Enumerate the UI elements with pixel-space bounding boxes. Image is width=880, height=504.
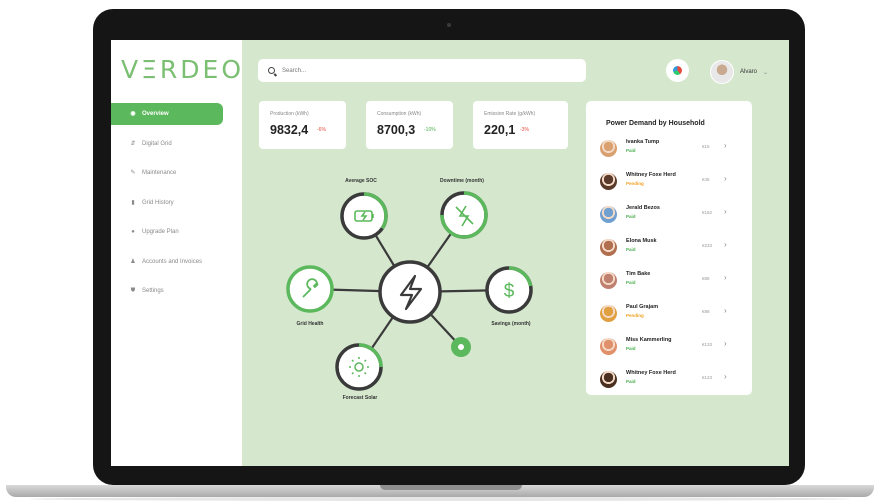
chevron-right-icon[interactable]: ›	[724, 141, 727, 150]
payment-status: Paid	[626, 247, 636, 252]
household-name: Ivanka Tump	[626, 139, 660, 145]
node-label-average-soc: Average SOC	[345, 178, 377, 184]
avatar	[600, 239, 617, 256]
node-label-downtime: Downtime (month)	[440, 178, 484, 184]
household-name: Whitney Foxe Herd	[626, 172, 676, 178]
household-amount: €15	[702, 144, 710, 149]
dashboard-screen: VΞRDEO ◉ Overview ⇵ Digital Grid ✎ Maintena…	[111, 40, 789, 466]
node-label-grid-health: Grid Health	[296, 321, 324, 327]
household-amount: €45	[702, 177, 710, 182]
laptop-camera	[447, 23, 451, 27]
avatar	[600, 272, 617, 289]
household-name: Tim Bake	[626, 271, 651, 277]
household-name: Whitney Foxe Herd	[626, 370, 676, 376]
payment-status: Pending	[626, 181, 644, 186]
avatar	[600, 338, 617, 355]
household-amount: €233	[702, 243, 713, 248]
payment-status: Paid	[626, 346, 636, 351]
hub-center[interactable]	[378, 260, 442, 324]
household-name: Miss Kammerling	[626, 337, 672, 343]
plus-icon	[458, 344, 464, 350]
node-label-forecast-solar: Forecast Solar	[342, 395, 378, 401]
panel-title: Power Demand by Household	[606, 120, 705, 127]
household-name: Jerald Bezos	[626, 205, 660, 211]
chevron-right-icon[interactable]: ›	[724, 339, 727, 348]
household-row[interactable]: Ivanka Tump Paid €15 ›	[600, 138, 740, 164]
household-amount: €88	[702, 309, 710, 314]
hub-node-forecast-solar[interactable]	[335, 343, 383, 391]
dollar-icon: $	[504, 281, 515, 302]
hub-node-savings[interactable]: $	[485, 266, 533, 314]
household-amount: €133	[702, 342, 713, 347]
chevron-right-icon[interactable]: ›	[724, 174, 727, 183]
chevron-right-icon[interactable]: ›	[724, 306, 727, 315]
add-node-button[interactable]	[451, 337, 471, 357]
chevron-right-icon[interactable]: ›	[724, 273, 727, 282]
avatar	[600, 305, 617, 322]
hub-node-grid-health[interactable]	[286, 265, 334, 313]
household-row[interactable]: Jerald Bezos Paid €162 ›	[600, 204, 740, 230]
payment-status: Paid	[626, 214, 636, 219]
household-amount: €123	[702, 375, 713, 380]
avatar	[600, 206, 617, 223]
household-row[interactable]: Whitney Foxe Herd Paid €123 ›	[600, 369, 740, 395]
household-amount: €162	[702, 210, 713, 215]
laptop-shadow	[30, 497, 850, 501]
hub-node-average-soc[interactable]	[340, 192, 388, 240]
hub-node-downtime[interactable]	[440, 191, 488, 239]
household-row[interactable]: Elona Musk Paid €233 ›	[600, 237, 740, 263]
chevron-right-icon[interactable]: ›	[724, 207, 727, 216]
household-name: Paul Grajam	[626, 304, 659, 310]
household-amount: €88	[702, 276, 710, 281]
center-ring	[378, 260, 442, 324]
household-row[interactable]: Whitney Foxe Herd Pending €45 ›	[600, 171, 740, 197]
chevron-right-icon[interactable]: ›	[724, 240, 727, 249]
avatar	[600, 371, 617, 388]
payment-status: Paid	[626, 379, 636, 384]
household-demand-panel: Power Demand by Household Ivanka Tump Pai…	[586, 101, 752, 395]
payment-status: Paid	[626, 148, 636, 153]
household-name: Elona Musk	[626, 238, 657, 244]
avatar	[600, 173, 617, 190]
household-row[interactable]: Paul Grajam Pending €88 ›	[600, 303, 740, 329]
household-row[interactable]: Miss Kammerling Paid €133 ›	[600, 336, 740, 362]
payment-status: Pending	[626, 313, 644, 318]
node-label-savings: Savings (month)	[491, 321, 531, 327]
household-row[interactable]: Tim Bake Paid €88 ›	[600, 270, 740, 296]
avatar	[600, 140, 617, 157]
payment-status: Paid	[626, 280, 636, 285]
laptop-notch	[380, 485, 522, 490]
chevron-right-icon[interactable]: ›	[724, 372, 727, 381]
